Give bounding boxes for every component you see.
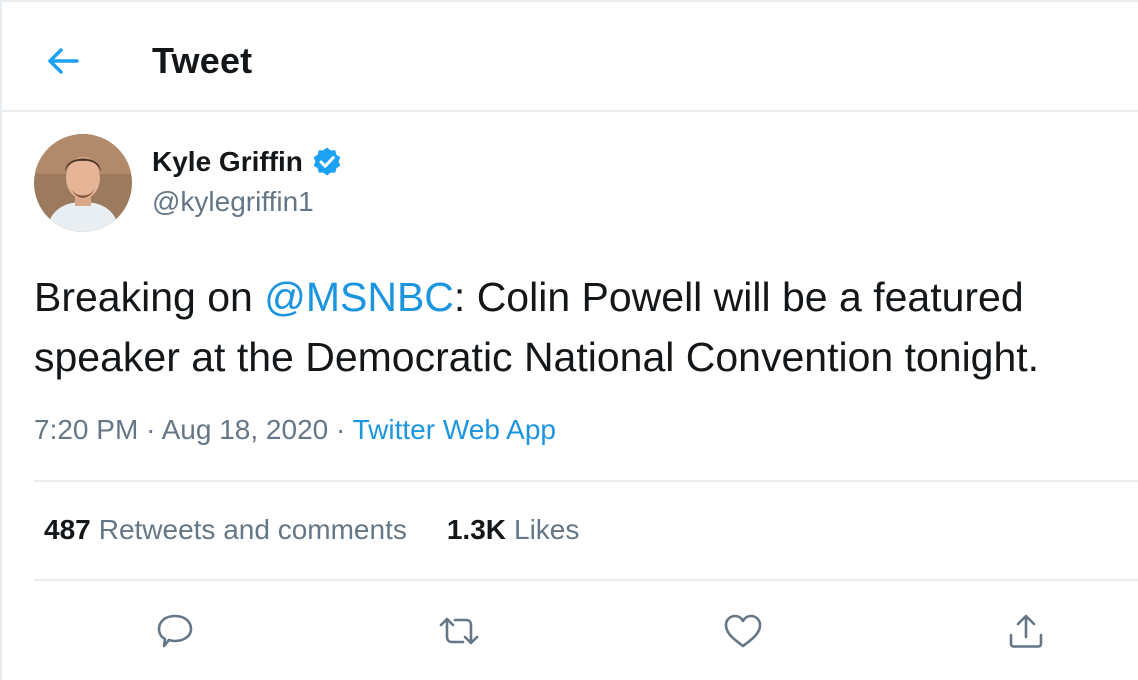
reply-icon xyxy=(157,614,193,648)
author-name-text: Kyle Griffin xyxy=(152,146,303,177)
tweet-meta: 7:20 PM · Aug 18, 2020 · Twitter Web App xyxy=(34,414,556,446)
tweet-stats: 487 Retweets and comments 1.3K Likes xyxy=(44,514,579,546)
page-header: Tweet xyxy=(2,2,1138,112)
like-icon xyxy=(724,614,762,648)
likes-count: 1.3K xyxy=(446,514,507,545)
tweet-text-start: Breaking on xyxy=(34,274,265,320)
avatar[interactable] xyxy=(34,134,132,232)
likes-label: Likes xyxy=(514,514,580,545)
share-button[interactable] xyxy=(1001,606,1051,656)
retweets-count: 487 xyxy=(44,514,91,545)
avatar-photo xyxy=(34,134,132,232)
verified-badge-icon xyxy=(311,146,343,178)
back-button[interactable] xyxy=(38,38,88,84)
mention-link[interactable]: @MSNBC xyxy=(264,274,454,320)
author-name[interactable]: Kyle Griffin xyxy=(152,146,343,178)
retweets-label: Retweets and comments xyxy=(98,514,407,545)
tweet-page: Tweet Kyle Griffin @kylegriffin1 Breakin… xyxy=(0,0,1138,680)
retweets-stat[interactable]: 487 Retweets and comments xyxy=(44,514,407,546)
meta-separator: · xyxy=(336,414,346,445)
divider xyxy=(34,579,1138,581)
tweet-time[interactable]: 7:20 PM xyxy=(34,414,138,445)
divider xyxy=(34,480,1138,482)
author-handle[interactable]: @kylegriffin1 xyxy=(152,186,314,218)
tweet-source-link[interactable]: Twitter Web App xyxy=(353,414,556,445)
page-title: Tweet xyxy=(152,40,253,81)
arrow-left-icon xyxy=(48,48,79,74)
tweet-date[interactable]: Aug 18, 2020 xyxy=(162,414,329,445)
meta-separator: · xyxy=(146,414,156,445)
like-button[interactable] xyxy=(718,606,768,656)
share-icon xyxy=(1009,614,1043,648)
tweet-text: Breaking on @MSNBC: Colin Powell will be… xyxy=(34,267,1134,387)
retweet-icon xyxy=(439,617,479,645)
likes-stat[interactable]: 1.3K Likes xyxy=(447,514,580,546)
reply-button[interactable] xyxy=(150,606,200,656)
retweet-button[interactable] xyxy=(434,606,484,656)
